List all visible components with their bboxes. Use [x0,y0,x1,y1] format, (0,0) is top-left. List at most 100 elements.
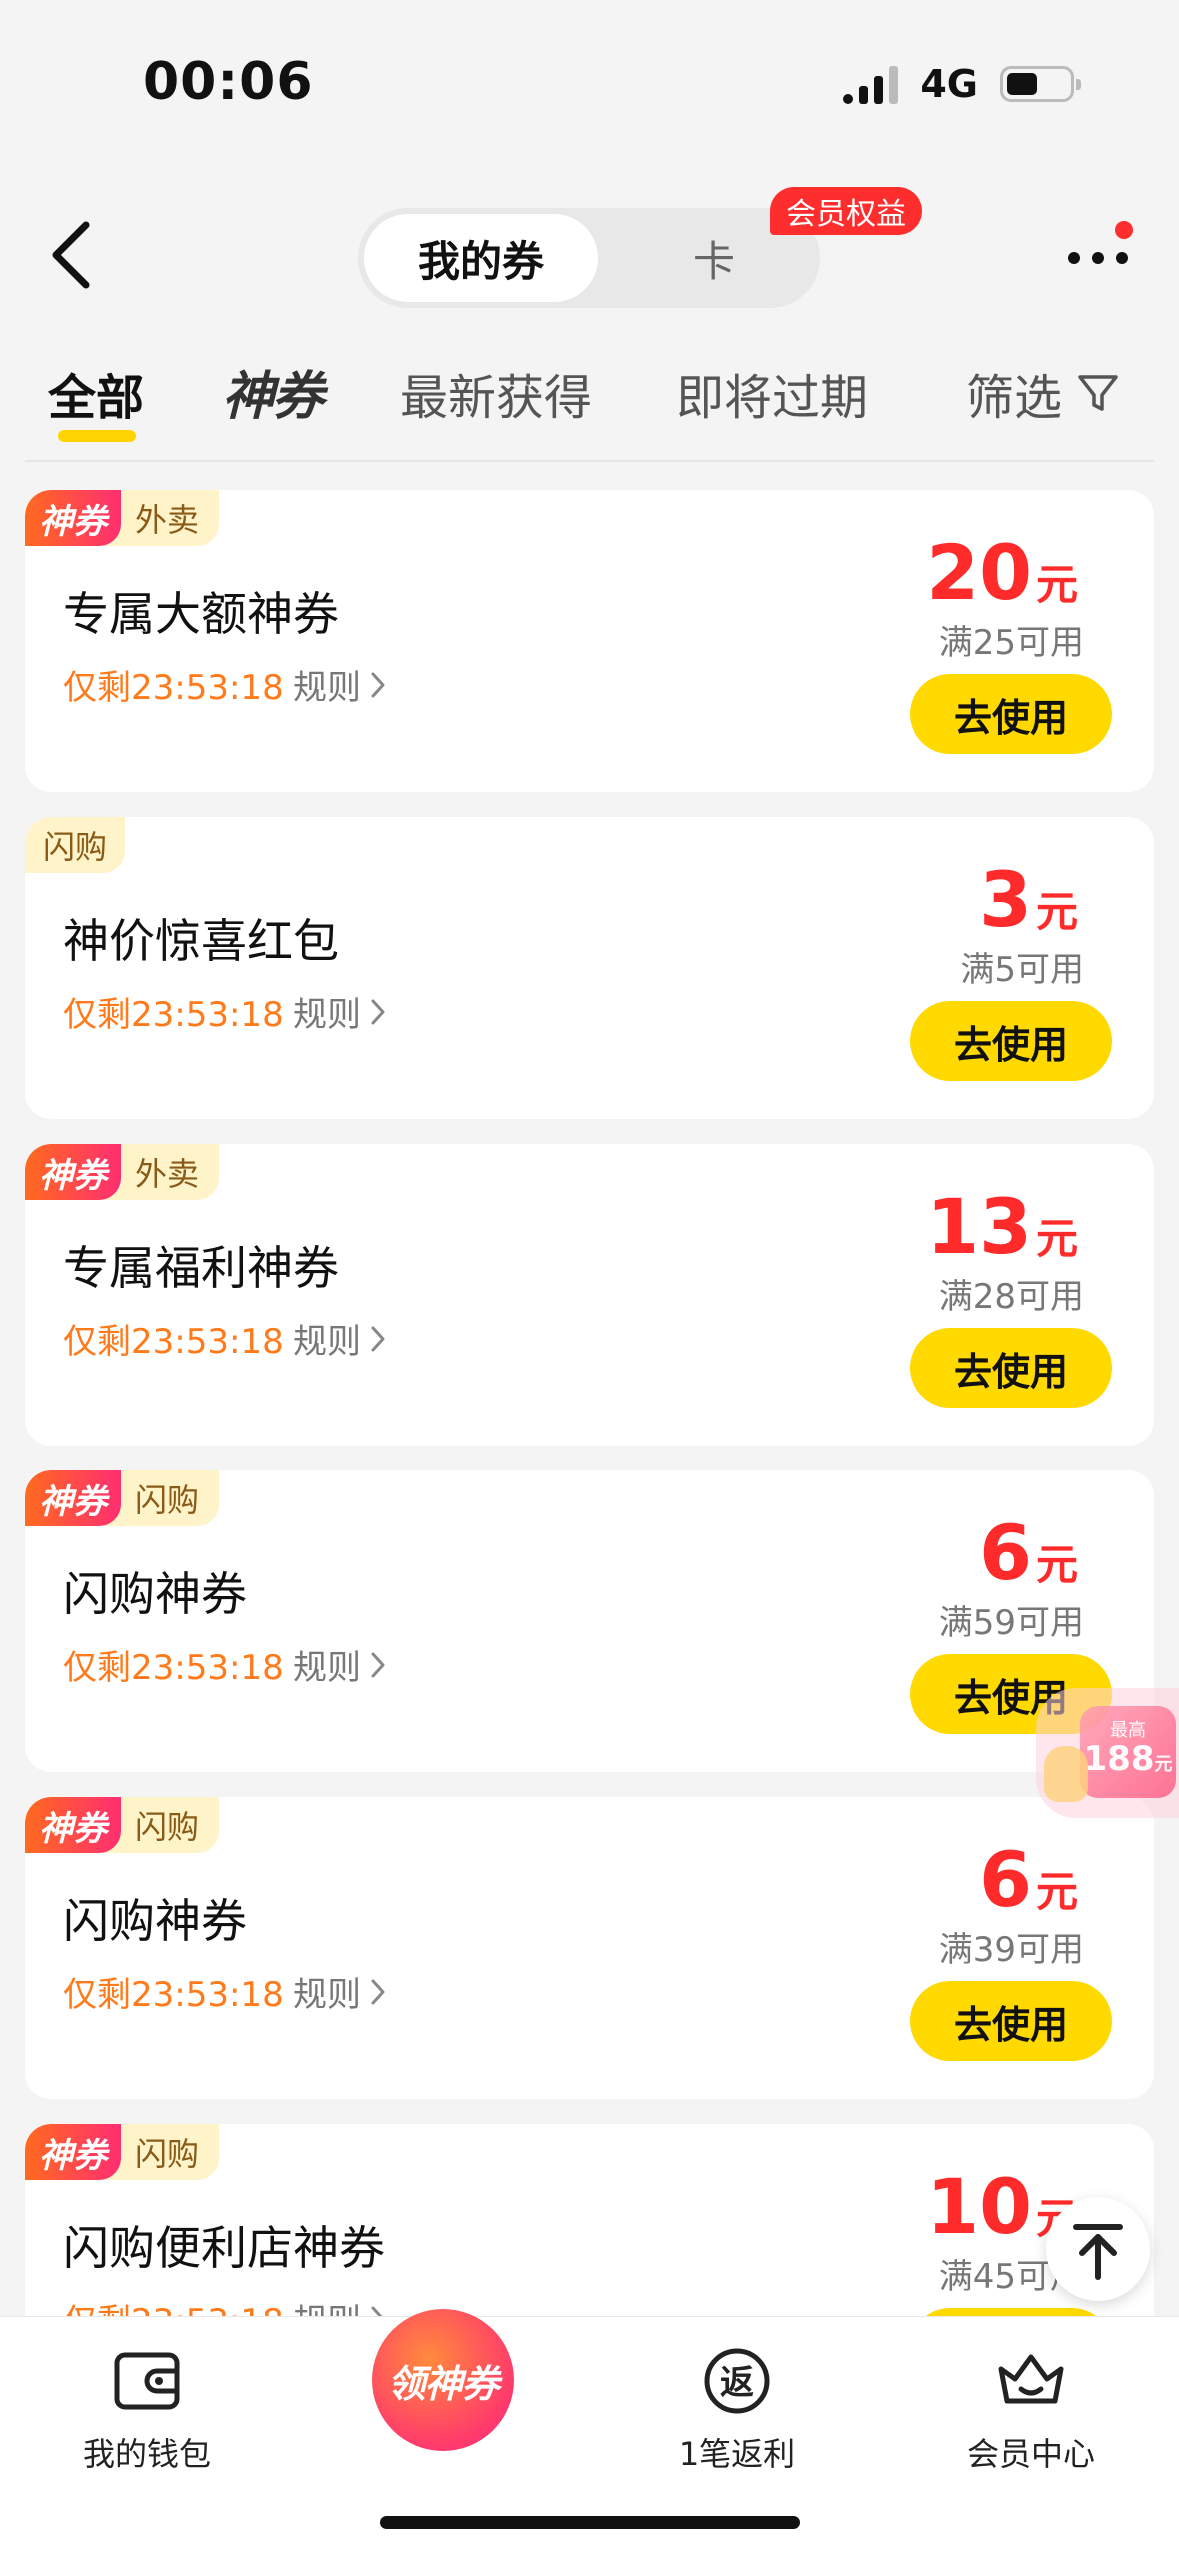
get-god-coupon-button[interactable]: 领神券 [372,2309,514,2451]
promo-amount: 188 [1083,1739,1155,1779]
rebate-icon-glyph: 返 [720,2363,754,2403]
coupon-title: 专属福利神券 [63,1241,339,1295]
countdown: 仅剩23:53:18 [63,995,284,1035]
rules-link[interactable]: 规则 [293,987,387,1036]
coupon-tags: 闪购 [25,817,126,873]
coupon-title: 闪购神券 [63,1567,247,1621]
status-icons: 4G [843,62,1081,106]
funnel-icon [1078,375,1118,411]
coupon-tags: 神券 闪购 [25,1470,220,1526]
amount-value: 13 [926,1182,1032,1271]
category-tag: 闪购 [105,1797,220,1853]
coupon-amount: 3元 [979,855,1078,944]
coupon-card[interactable]: 神券 外卖专属大额神券仅剩23:53:18 规则 20 元满25可用去使用 [25,490,1154,792]
network-label: 4G [920,62,978,106]
back-to-top-button[interactable] [1046,2197,1150,2301]
coupon-tags: 神券 闪购 [25,1797,220,1853]
arrow-up-icon [1073,2224,1123,2280]
amount-unit: 元 [1035,1867,1078,1916]
category-tag: 外卖 [105,1144,220,1200]
home-indicator [380,2516,800,2529]
filter-tab-expiring[interactable]: 即将过期 [676,358,868,428]
amount-value: 10 [926,2162,1032,2251]
active-tab-indicator [58,430,136,442]
coupon-amount: 13 元 [926,1182,1078,1271]
category-tag: 外卖 [105,490,220,546]
coupon-title: 专属大额神券 [63,587,339,641]
use-coupon-button[interactable]: 去使用 [910,1328,1112,1408]
chevron-right-icon [371,1652,385,1677]
nav-wallet-label: 我的钱包 [82,2435,211,2473]
amount-value: 3 [979,855,1032,944]
chevron-right-icon [371,672,385,697]
rules-label: 规则 [293,668,361,708]
coupon-title: 闪购便利店神券 [63,2221,385,2275]
amount-value: 20 [926,528,1032,617]
coupon-card[interactable]: 闪购神价惊喜红包仅剩23:53:18 规则 3 元满5可用去使用 [25,817,1154,1119]
amount-unit: 元 [1035,560,1078,609]
rules-link[interactable]: 规则 [293,1967,387,2016]
promo-unit: 元 [1154,1754,1173,1775]
use-coupon-button[interactable]: 去使用 [910,674,1112,754]
nav-rebate[interactable]: 返 1笔返利 [627,2339,847,2475]
coupon-card-switch: 我的券 卡 [358,208,820,308]
coupon-amount: 20 元 [926,528,1078,617]
usage-condition: 满25可用 [938,623,1084,663]
countdown: 仅剩23:53:18 [63,1648,284,1688]
coupon-title: 神价惊喜红包 [63,914,339,968]
member-benefits-badge[interactable]: 会员权益 [770,187,922,235]
usage-condition: 满39可用 [938,1930,1084,1970]
floating-promo[interactable]: 最高 188元 [1036,1688,1179,1818]
rules-link[interactable]: 规则 [293,1314,387,1363]
rules-label: 规则 [293,1322,361,1362]
tab-divider [25,460,1154,462]
usage-condition: 满59可用 [938,1603,1084,1643]
god-coupon-tag: 神券 [25,2124,121,2180]
amount-value: 6 [979,1508,1032,1597]
rules-label: 规则 [293,1648,361,1688]
battery-icon [1000,66,1081,102]
coupon-tags: 神券 外卖 [25,490,220,546]
rules-link[interactable]: 规则 [293,660,387,709]
coupon-amount: 6元 [979,1508,1078,1597]
signal-icon [843,64,899,104]
usage-condition: 满5可用 [960,950,1084,990]
amount-unit: 元 [1035,1214,1078,1263]
nav-member-center[interactable]: 会员中心 [921,2339,1141,2475]
nav-wallet[interactable]: 我的钱包 [37,2339,257,2475]
amount-value: 6 [979,1835,1032,1924]
filter-tab-all[interactable]: 全部 [48,358,144,428]
filter-tab-newest[interactable]: 最新获得 [400,358,592,428]
amount-unit: 元 [1035,1540,1078,1589]
usage-condition: 满28可用 [938,1277,1084,1317]
hand-icon [1044,1746,1088,1802]
coupon-card[interactable]: 神券 闪购 闪购神券 仅剩23:53:18 规则 6 元满39可用 去使用 [25,1797,1154,2099]
countdown: 仅剩23:53:18 [63,1322,284,1362]
nav-member-label: 会员中心 [966,2435,1095,2473]
rules-label: 规则 [293,1975,361,2015]
use-coupon-button[interactable]: 去使用 [910,1001,1112,1081]
rules-label: 规则 [293,995,361,1035]
coupon-title: 闪购神券 [63,1894,247,1948]
chevron-left-icon [52,221,90,289]
status-time: 00:06 [143,52,314,112]
filter-button[interactable]: 筛选 [966,358,1120,428]
tab-my-coupons[interactable]: 我的券 [364,214,598,302]
god-coupon-tag: 神券 [25,490,121,546]
coupon-tags: 神券 外卖 [25,1144,220,1200]
crown-icon [998,2354,1064,2404]
filter-tab-god-coupon[interactable]: 神券 [222,354,324,429]
use-coupon-button[interactable]: 去使用 [910,1981,1112,2061]
god-coupon-tag: 神券 [25,1797,121,1853]
coupon-card[interactable]: 神券 闪购 闪购神券 仅剩23:53:18 规则 6 元满59可用 去使用 [25,1470,1154,1772]
category-tag: 闪购 [105,2124,220,2180]
chevron-right-icon [371,1979,385,2004]
filter-label: 筛选 [966,370,1063,426]
coupon-amount: 6元 [979,1835,1078,1924]
coupon-card[interactable]: 神券 外卖专属福利神券仅剩23:53:18 规则 13 元满28可用去使用 [25,1144,1154,1446]
back-button[interactable] [40,215,110,295]
category-tag: 闪购 [25,817,126,873]
chevron-right-icon [371,999,385,1024]
countdown: 仅剩23:53:18 [63,668,284,708]
rules-link[interactable]: 规则 [293,1640,387,1689]
